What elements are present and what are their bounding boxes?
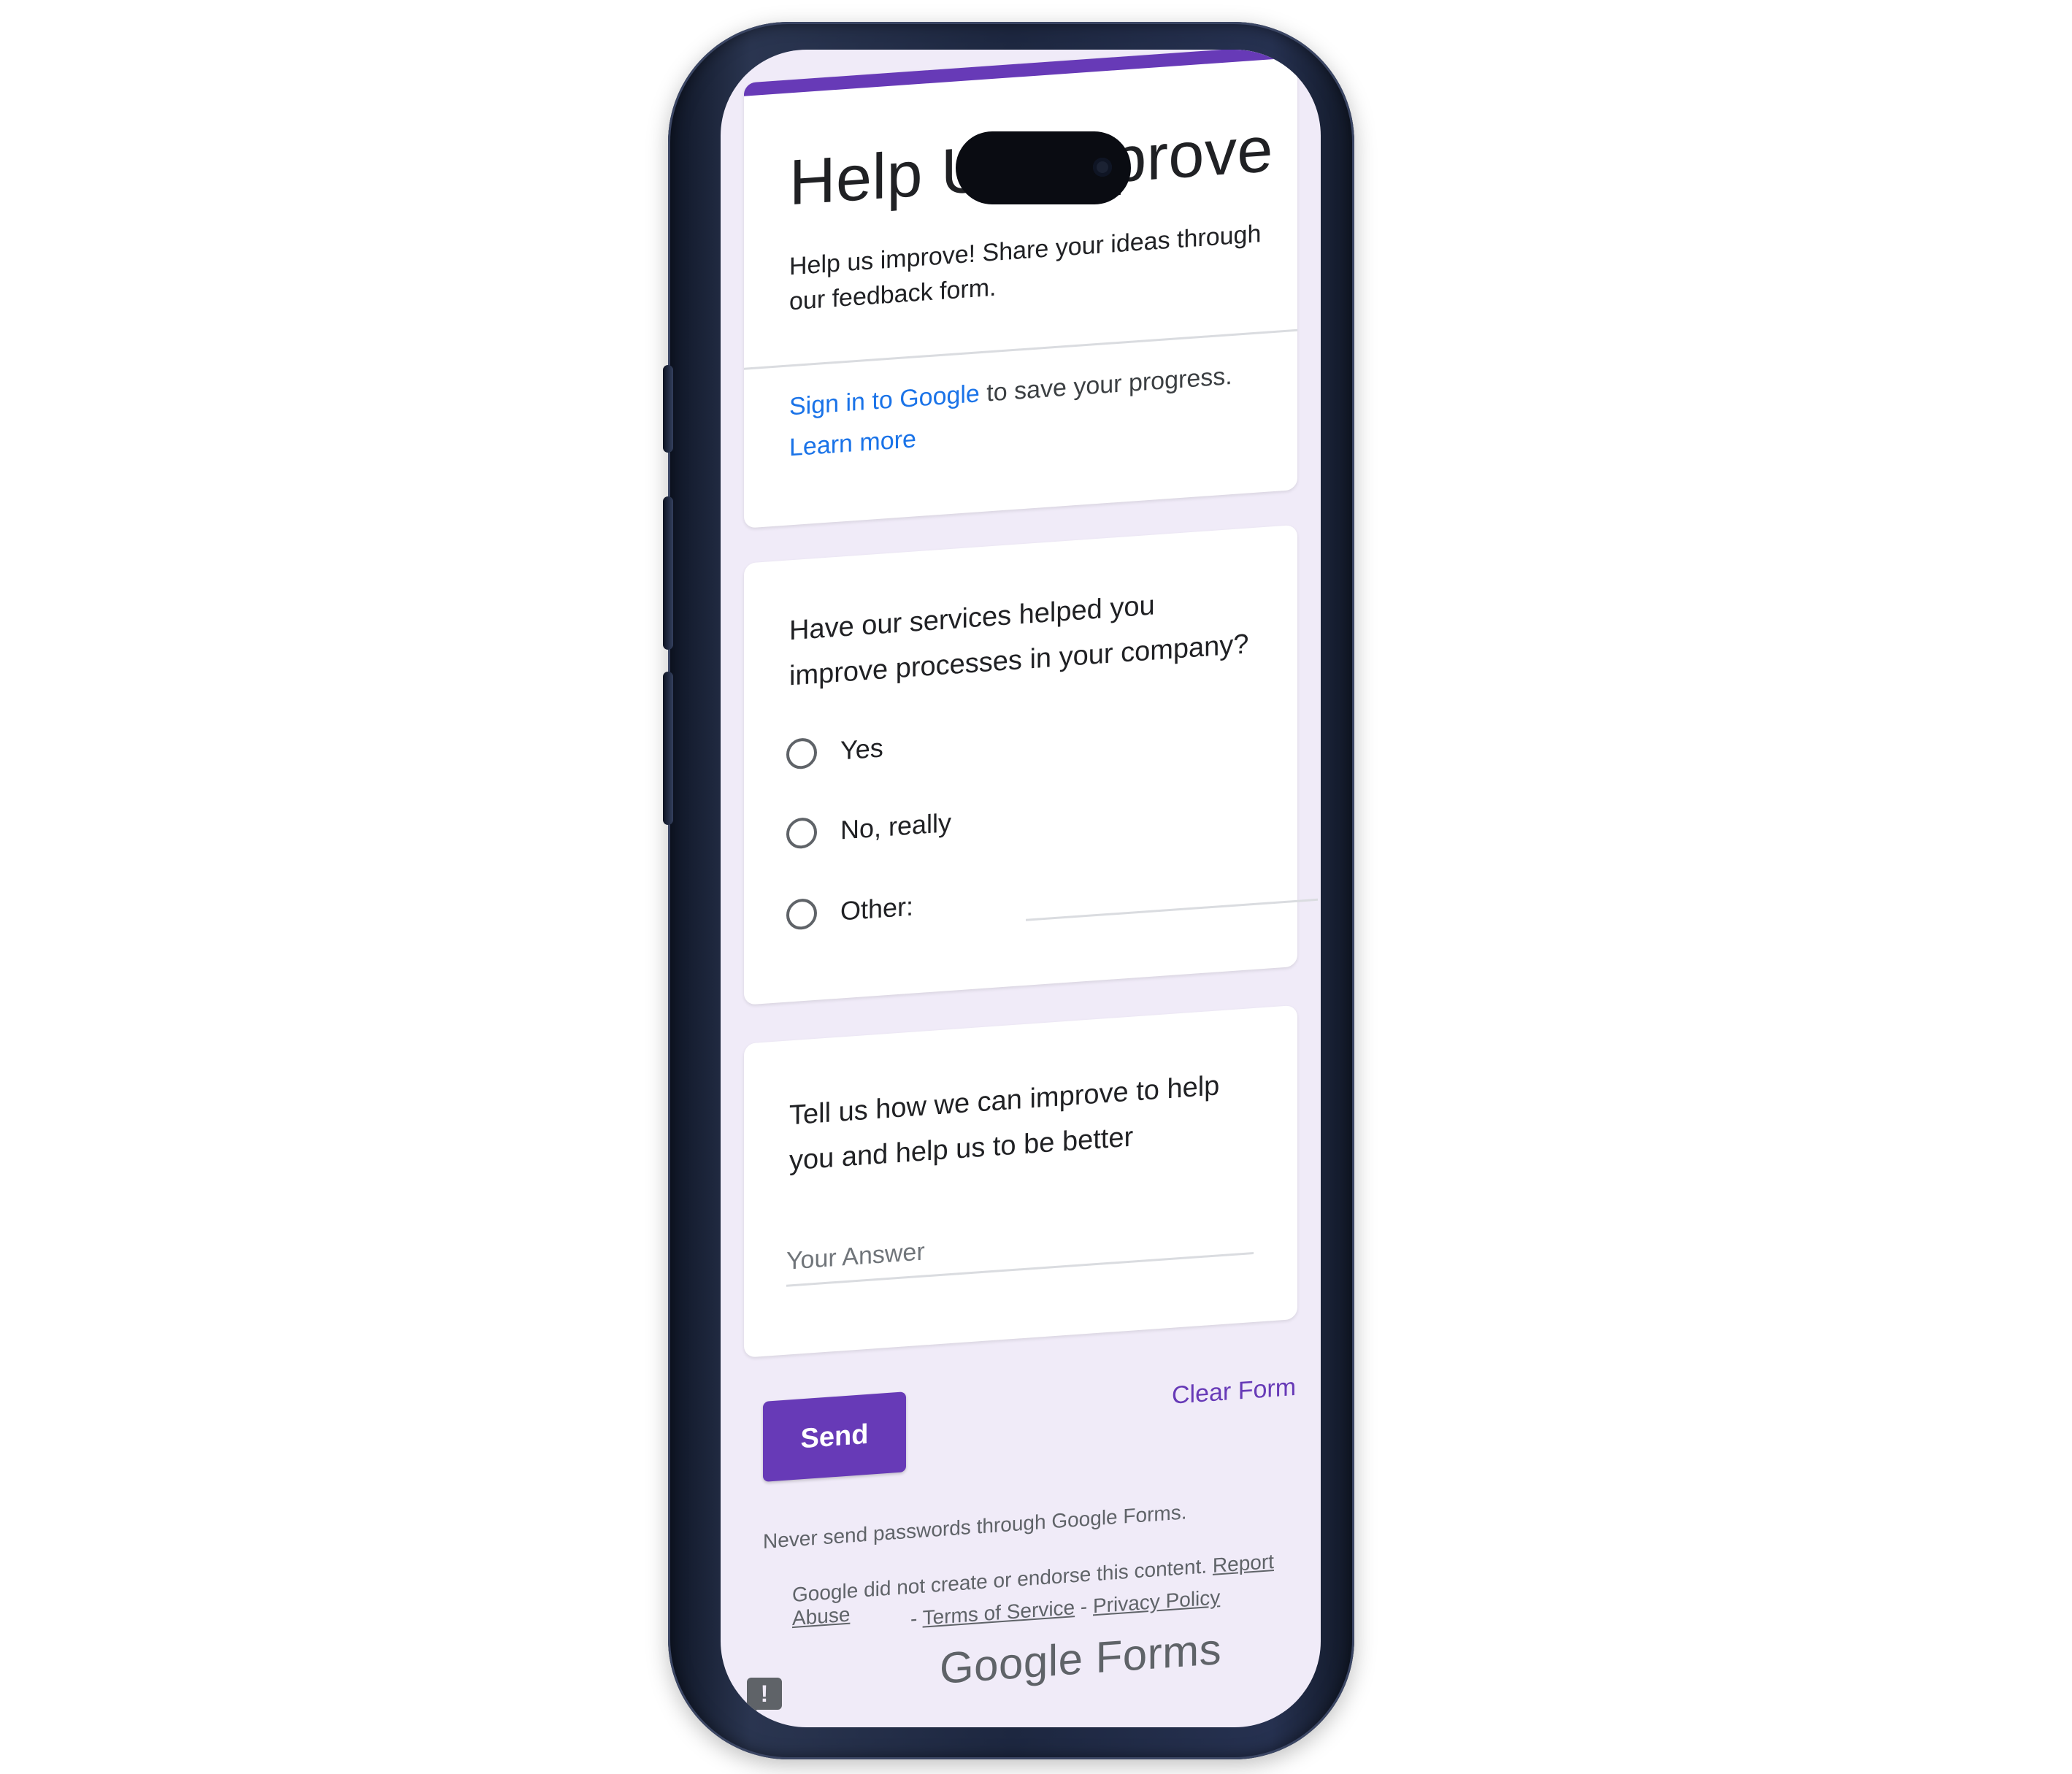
other-text-field[interactable] xyxy=(1026,856,1318,921)
signin-text: to save your progress. xyxy=(979,362,1232,408)
report-issue-icon[interactable]: ! xyxy=(747,1678,782,1719)
signin-link[interactable]: Sign in to Google xyxy=(789,380,980,421)
question-title: Tell us how we can improve to help you a… xyxy=(789,1070,1220,1177)
google-form: Help Us Improve Help us improve! Share y… xyxy=(721,50,1321,1727)
phone-screen: Help Us Improve Help us improve! Share y… xyxy=(721,50,1321,1727)
send-button[interactable]: Send xyxy=(763,1391,906,1482)
option-label: No, really xyxy=(840,807,952,845)
volume-up-button xyxy=(663,496,673,650)
question-card-text: Tell us how we can improve to help you a… xyxy=(744,1005,1297,1358)
signin-notice: Sign in to Google to save your progress.… xyxy=(789,352,1286,469)
accent-bar xyxy=(744,50,1297,96)
option-label: Other: xyxy=(840,891,914,926)
option-label: Yes xyxy=(840,732,883,766)
front-camera-icon xyxy=(1093,158,1112,177)
clear-form-link[interactable]: Clear Form xyxy=(1172,1373,1296,1410)
option-no-really[interactable]: No, really xyxy=(786,801,951,856)
radio-unchecked-icon[interactable] xyxy=(786,897,817,931)
radio-unchecked-icon[interactable] xyxy=(786,816,817,850)
learn-more-link[interactable]: Learn more xyxy=(789,425,916,461)
radio-unchecked-icon[interactable] xyxy=(786,737,817,770)
answer-input[interactable] xyxy=(786,1205,1254,1287)
volume-down-button xyxy=(663,672,673,825)
google-forms-logo: Google Forms xyxy=(940,1624,1222,1694)
form-description: Help us improve! Share your ideas throug… xyxy=(789,220,1262,316)
action-button xyxy=(663,365,673,453)
option-yes[interactable]: Yes xyxy=(786,726,883,776)
separator: - xyxy=(910,1606,923,1630)
form-header-card: Help Us Improve Help us improve! Share y… xyxy=(744,50,1297,529)
question-title: Have our services helped you improve pro… xyxy=(789,590,1249,692)
dynamic-island xyxy=(956,131,1131,204)
password-warning: Never send passwords through Google Form… xyxy=(763,1500,1187,1553)
question-card-radio: Have our services helped you improve pro… xyxy=(744,524,1318,1005)
phone-frame: Help Us Improve Help us improve! Share y… xyxy=(663,22,1354,1759)
option-other[interactable]: Other: xyxy=(786,856,1321,937)
separator: - xyxy=(1075,1594,1093,1619)
